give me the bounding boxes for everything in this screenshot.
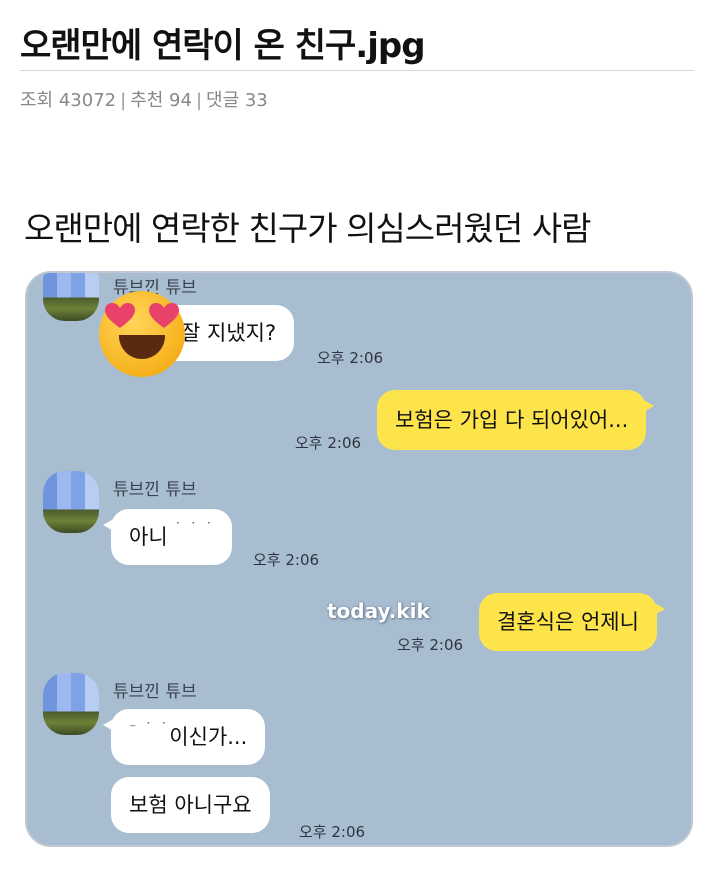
post-title: 오랜만에 연락이 온 친구.jpg xyxy=(20,26,426,66)
title-divider xyxy=(20,70,694,71)
message-time: 오후 2:06 xyxy=(299,823,366,841)
bubble-text: 이신가... xyxy=(169,725,248,749)
heart-icon xyxy=(149,303,179,328)
chat-bubble-me: 보험은 가입 다 되어있어... xyxy=(377,390,655,450)
blurred-text: ˙ ˙ ˙ xyxy=(174,521,215,537)
views-count: 조회 43072 xyxy=(20,90,117,111)
meta-separator: | xyxy=(120,90,127,111)
meta-separator: | xyxy=(195,90,203,111)
recommend-count: 추천 94 xyxy=(130,90,192,111)
avatar xyxy=(43,673,99,735)
avatar xyxy=(43,471,99,533)
image-caption: 오랜만에 연락한 친구가 의심스러웠던 사람 xyxy=(24,209,591,248)
emoji-mouth xyxy=(119,335,165,359)
sender-name: 튜브낀 튜브 xyxy=(113,682,197,702)
post-meta: 조회 43072 | 추천 94 | 댓글 33 xyxy=(20,86,268,112)
time-outgoing: 오후 2:06 xyxy=(397,636,464,654)
bubble-text: 아니 xyxy=(129,525,168,549)
message-time: 오후 2:06 xyxy=(317,349,384,367)
chat-bubble-me: 결혼식은 언제니 xyxy=(479,593,665,651)
chat-bubble: 보험 아니구요 xyxy=(111,777,270,833)
time-outgoing: 오후 2:06 xyxy=(295,434,362,452)
heart-icon xyxy=(105,303,135,328)
heart-eyes-emoji xyxy=(99,291,185,377)
watermark: today.kik xyxy=(327,599,430,623)
chat-bubble: ⁻ ˙ ˙이신가... xyxy=(102,709,266,765)
chat-bubble: 아니 ˙ ˙ ˙ xyxy=(102,509,233,565)
comment-count[interactable]: 댓글 33 xyxy=(206,90,268,111)
blurred-text: ⁻ ˙ ˙ xyxy=(129,721,170,737)
avatar xyxy=(43,273,99,321)
chat-screenshot: 튜브낀 튜브 잘 지냈지? 오후 2:06 오후 2:06 보험은 가입 다 되… xyxy=(25,271,693,847)
message-time: 오후 2:06 xyxy=(253,551,320,569)
sender-name: 튜브낀 튜브 xyxy=(113,480,197,500)
